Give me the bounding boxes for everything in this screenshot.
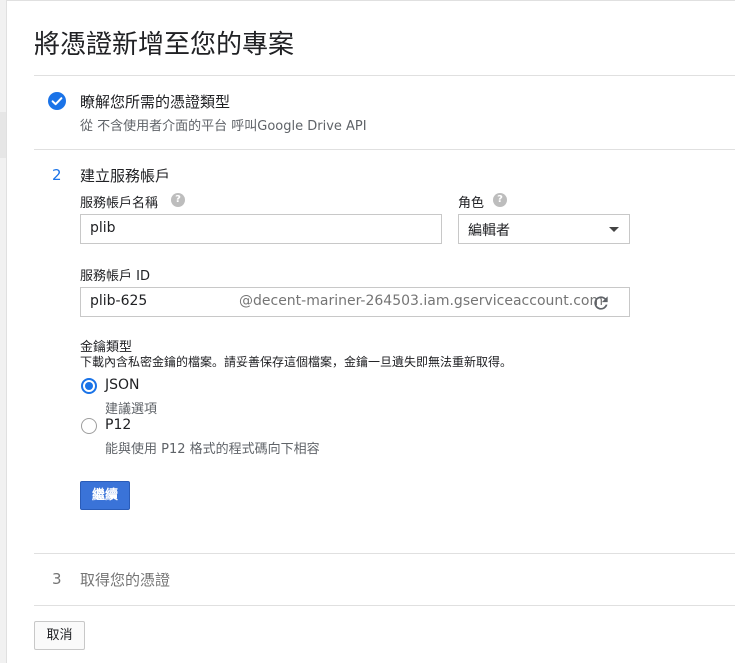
divider-step-3 — [34, 605, 735, 606]
role-label: 角色 — [458, 196, 485, 211]
account-id-suffix: @decent-mariner-264503.iam.gserviceaccou… — [239, 293, 604, 309]
key-type-description: 下載內含私密金鑰的檔案。請妥善保存這個檔案，金鑰一旦遺失即無法重新取得。 — [80, 355, 513, 369]
page-title: 將憑證新增至您的專案 — [34, 30, 295, 60]
divider-step-1 — [34, 149, 735, 150]
account-id-input[interactable]: plib-625 @decent-mariner-264503.iam.gser… — [80, 287, 630, 317]
p12-radio[interactable] — [81, 418, 97, 434]
json-option-desc: 建議選項 — [105, 402, 158, 417]
step-3-number: 3 — [52, 570, 62, 588]
step-2-title: 建立服務帳戶 — [80, 167, 171, 185]
account-name-value: plib — [90, 220, 116, 236]
step-1-subtitle: 從 不含使用者介面的平台 呼叫Google Drive API — [80, 119, 367, 134]
step-1-title[interactable]: 瞭解您所需的憑證類型 — [80, 91, 230, 112]
help-circle-icon[interactable]: ? — [171, 193, 185, 207]
step-2-number: 2 — [52, 166, 62, 184]
json-option-label[interactable]: JSON — [105, 377, 140, 393]
divider-title — [34, 75, 735, 76]
help-circle-icon[interactable]: ? — [493, 193, 507, 207]
top-divider — [7, 0, 735, 1]
account-id-value: plib-625 — [90, 293, 148, 309]
account-id-label: 服務帳戶 ID — [80, 269, 150, 284]
cancel-button[interactable]: 取消 — [34, 621, 85, 650]
refresh-icon[interactable] — [591, 293, 611, 317]
p12-option-desc: 能與使用 P12 格式的程式碼向下相容 — [105, 442, 320, 457]
account-name-input[interactable]: plib — [80, 214, 442, 244]
role-select[interactable]: 編輯者 — [458, 214, 630, 244]
left-panel-divider — [6, 0, 7, 663]
json-radio[interactable] — [81, 378, 97, 394]
divider-step-2 — [34, 553, 735, 554]
step-3-title: 取得您的憑證 — [80, 571, 171, 589]
account-name-label: 服務帳戶名稱 — [80, 196, 159, 211]
check-circle-icon — [48, 92, 66, 110]
continue-button[interactable]: 繼續 — [80, 481, 130, 510]
role-value: 編輯者 — [468, 223, 510, 239]
caret-down-icon — [609, 227, 619, 232]
p12-option-label[interactable]: P12 — [105, 417, 131, 433]
